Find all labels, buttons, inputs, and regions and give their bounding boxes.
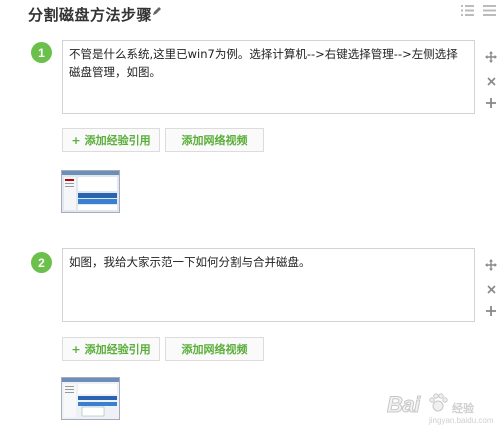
plus-icon: + [71, 133, 81, 147]
add-reference-label: 添加经验引用 [84, 343, 151, 356]
step-number-badge: 1 [31, 42, 52, 63]
step-text-field[interactable]: 如图，我给大家示范一下如何分割与合并磁盘。 [62, 248, 475, 322]
close-icon[interactable] [484, 74, 498, 88]
add-reference-button[interactable]: + 添加经验引用 [62, 128, 160, 152]
add-video-button[interactable]: 添加网络视频 [165, 337, 264, 361]
edit-icon[interactable] [151, 6, 162, 17]
close-icon[interactable] [484, 282, 498, 296]
add-video-label: 添加网络视频 [181, 343, 248, 356]
page-title: 分割磁盘方法步骤 [28, 6, 153, 24]
step-image-thumbnail[interactable] [61, 377, 120, 420]
move-icon[interactable] [484, 50, 498, 64]
watermark-brand: Bai [387, 392, 421, 418]
add-reference-button[interactable]: + 添加经验引用 [62, 337, 160, 361]
page-header: 分割磁盘方法步骤 [0, 0, 500, 30]
grid-icon[interactable] [483, 4, 496, 17]
step-text-field[interactable]: 不管是什么系统,这里已win7为例。选择计算机-->右键选择管理-->左侧选择磁… [62, 40, 475, 114]
plus-icon: + [71, 342, 81, 356]
step-image-thumbnail[interactable] [61, 170, 120, 213]
add-video-button[interactable]: 添加网络视频 [165, 128, 264, 152]
list-icon[interactable] [461, 4, 474, 17]
watermark-suffix: 经验 [452, 402, 474, 415]
step-number-badge: 2 [31, 252, 52, 273]
add-video-label: 添加网络视频 [181, 134, 248, 147]
add-icon[interactable] [484, 304, 498, 318]
add-icon[interactable] [484, 96, 498, 110]
add-reference-label: 添加经验引用 [84, 134, 151, 147]
watermark-url: jingyan.baidu.com [429, 416, 494, 425]
move-icon[interactable] [484, 258, 498, 272]
paw-icon [429, 393, 448, 412]
